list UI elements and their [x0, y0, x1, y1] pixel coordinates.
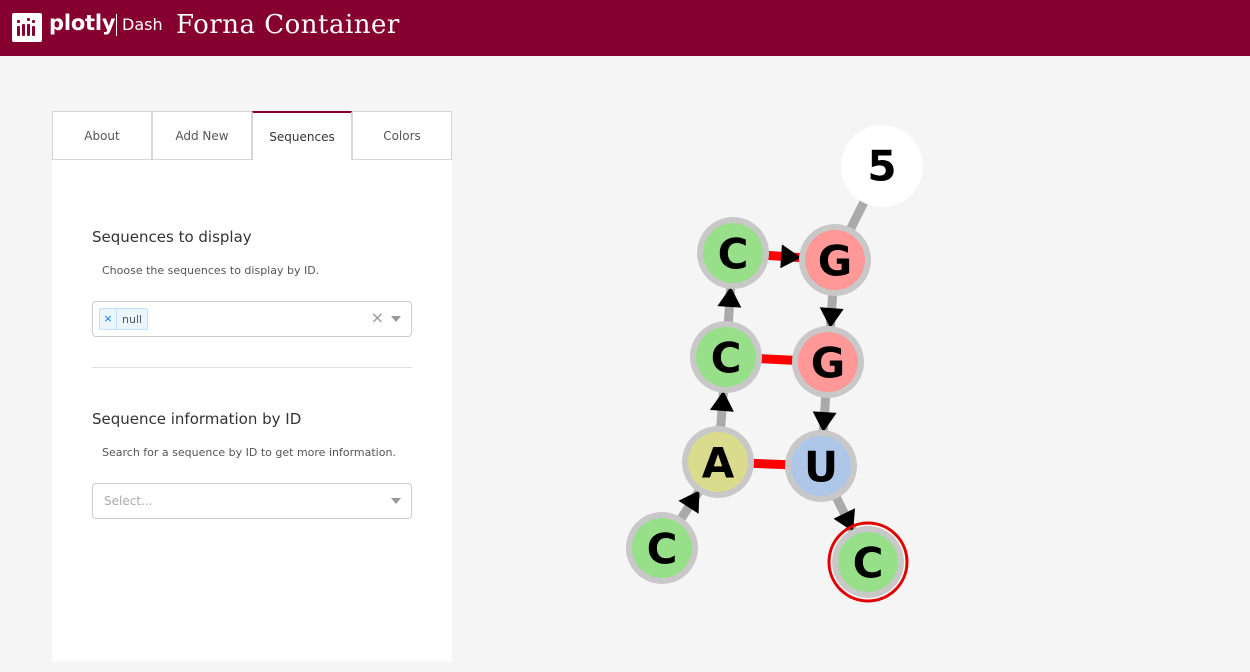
nucleotide-node[interactable]: C: [827, 521, 909, 603]
sequence-multi-select[interactable]: × null ×: [92, 301, 412, 337]
control-panel: About Add New Sequences Colors Sequences…: [52, 111, 452, 661]
forna-structure-viewer[interactable]: 5CACC GGUC: [560, 100, 980, 630]
tab-about[interactable]: About: [52, 111, 152, 160]
nucleotide-node[interactable]: C: [626, 512, 698, 584]
sequence-info-help: Search for a sequence by ID to get more …: [102, 446, 396, 459]
brand-divider: [116, 14, 117, 36]
svg-text:C: C: [647, 525, 678, 574]
brand-suffix: Dash: [122, 15, 163, 34]
nucleotide-node[interactable]: A: [682, 426, 754, 498]
backbone-arrow: [812, 411, 837, 433]
brand-name: plotly: [49, 11, 116, 35]
svg-text:C: C: [711, 334, 742, 383]
backbone-arrow: [709, 390, 734, 412]
svg-text:A: A: [702, 439, 735, 488]
clear-selection-icon[interactable]: ×: [371, 308, 384, 327]
plotly-logo-icon: [12, 13, 42, 42]
sequence-info-title: Sequence information by ID: [92, 410, 302, 428]
backbone-arrow: [780, 244, 802, 269]
selected-value-label: null: [122, 312, 143, 326]
sequence-info-select[interactable]: Select...: [92, 483, 412, 519]
backbone-arrow: [717, 286, 742, 308]
chevron-down-icon[interactable]: [391, 498, 401, 504]
sequences-to-display-help: Choose the sequences to display by ID.: [102, 264, 320, 277]
svg-text:C: C: [718, 230, 749, 279]
tab-bar: About Add New Sequences Colors: [52, 111, 452, 160]
nucleotide-node[interactable]: U: [785, 430, 857, 502]
five-prime-label: 5: [841, 125, 923, 207]
svg-text:C: C: [853, 539, 884, 588]
chevron-down-icon[interactable]: [391, 316, 401, 322]
select-placeholder: Select...: [104, 494, 153, 508]
tab-add-new[interactable]: Add New: [152, 111, 252, 160]
app-title: Forna Container: [176, 10, 400, 40]
tab-sequences[interactable]: Sequences: [252, 111, 352, 160]
svg-text:5: 5: [867, 142, 896, 191]
nucleotide-node[interactable]: G: [792, 326, 864, 398]
selected-value-chip: × null: [99, 308, 149, 330]
remove-value-icon[interactable]: ×: [100, 309, 117, 329]
svg-text:U: U: [804, 443, 838, 492]
nucleotide-node[interactable]: G: [799, 224, 871, 296]
section-divider: [92, 367, 412, 368]
backbone-arrow: [819, 307, 844, 329]
tab-colors[interactable]: Colors: [352, 111, 452, 160]
app-header: plotly Dash Forna Container: [0, 0, 1250, 56]
sequences-to-display-title: Sequences to display: [92, 228, 252, 246]
svg-text:G: G: [818, 237, 852, 286]
nucleotide-node[interactable]: C: [697, 217, 769, 289]
nucleotide-node[interactable]: C: [690, 321, 762, 393]
svg-text:G: G: [811, 339, 845, 388]
